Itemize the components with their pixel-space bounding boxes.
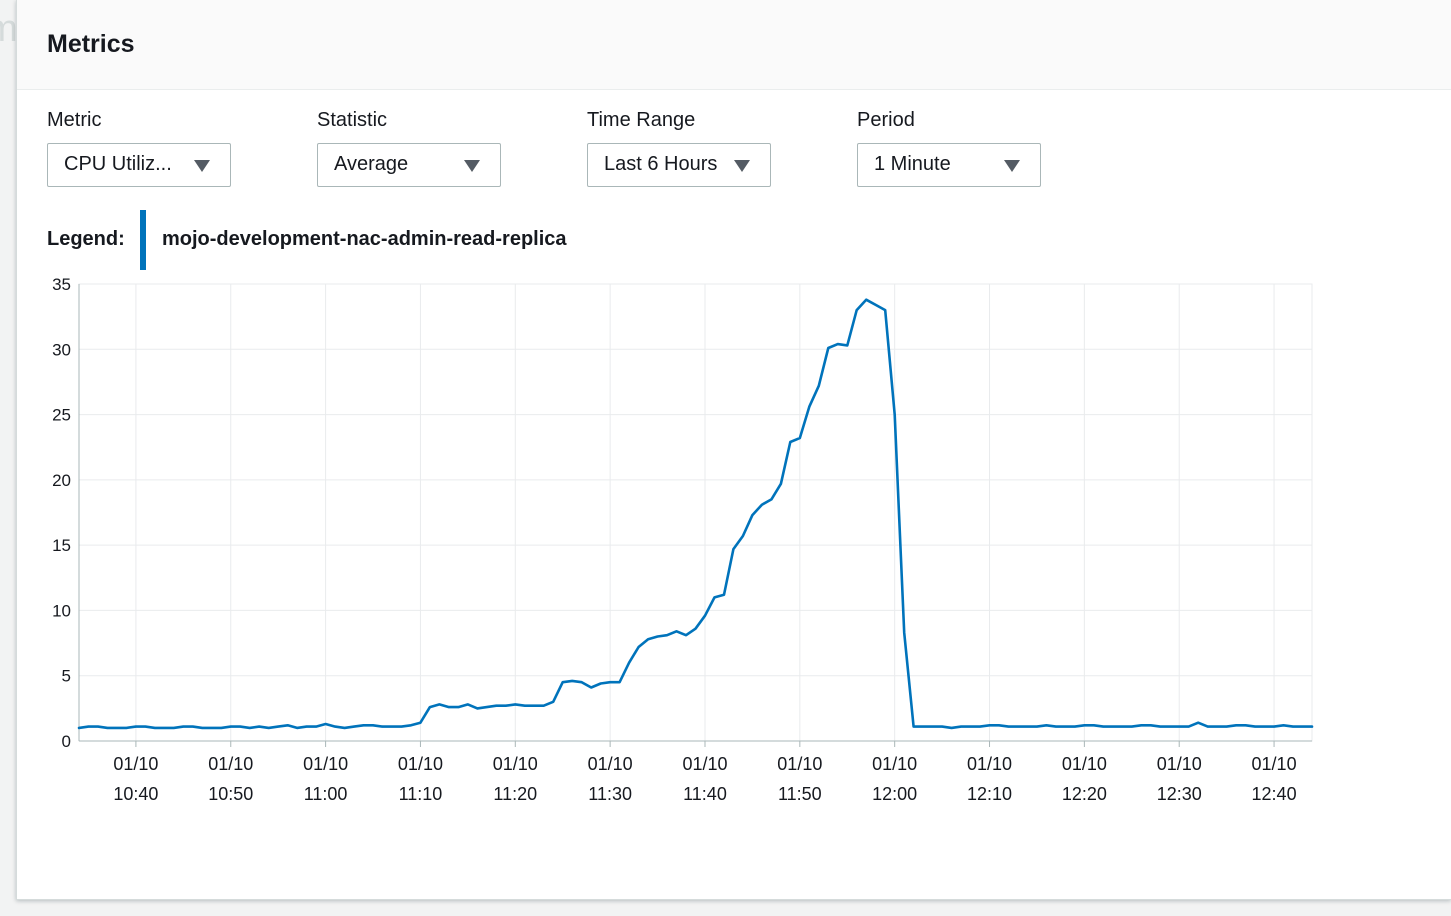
plot-area: [78, 283, 1313, 742]
y-tick-label: 35: [52, 275, 71, 294]
x-tick-time: 12:20: [1062, 784, 1107, 804]
x-tick-time: 11:10: [399, 784, 443, 804]
cpu-utilization-chart: 0 5 10 15 20 25 30 35 01/10 10:40 01/10 10:50 01/10 1…: [52, 275, 1314, 804]
x-tick-time: 10:40: [113, 784, 158, 804]
y-tick-label: 10: [52, 601, 71, 620]
metrics-panel: Metrics Metric CPU Utiliz... Statistic A…: [16, 0, 1451, 900]
x-tick-time: 11:50: [778, 784, 822, 804]
y-tick-label: 5: [62, 667, 71, 686]
x-tick-date: 01/10: [872, 754, 917, 774]
x-tick-date: 01/10: [493, 754, 538, 774]
x-tick-time: 12:00: [872, 784, 917, 804]
y-tick-label: 0: [62, 732, 71, 751]
x-tick-time: 11:40: [683, 784, 727, 804]
background-text: m: [0, 8, 18, 50]
x-tick-date: 01/10: [1062, 754, 1107, 774]
x-tick-date: 01/10: [303, 754, 348, 774]
x-tick-time: 12:40: [1252, 784, 1297, 804]
x-tick-time: 11:00: [304, 784, 348, 804]
y-tick-label: 20: [52, 471, 71, 490]
y-tick-label: 30: [52, 340, 71, 359]
x-tick-date: 01/10: [113, 754, 158, 774]
x-tick-date: 01/10: [682, 754, 727, 774]
x-tick-date: 01/10: [588, 754, 633, 774]
x-tick-time: 10:50: [208, 784, 253, 804]
x-tick-date: 01/10: [398, 754, 443, 774]
x-tick-time: 12:10: [967, 784, 1012, 804]
series-line: [77, 298, 1314, 730]
x-tick-date: 01/10: [1157, 754, 1202, 774]
x-tick-date: 01/10: [967, 754, 1012, 774]
x-tick-date: 01/10: [777, 754, 822, 774]
x-tick-time: 12:30: [1157, 784, 1202, 804]
y-tick-label: 15: [52, 536, 71, 555]
x-tick-time: 11:20: [493, 784, 537, 804]
x-tick-date: 01/10: [208, 754, 253, 774]
y-tick-label: 25: [52, 406, 71, 425]
x-tick-date: 01/10: [1252, 754, 1297, 774]
x-tick-time: 11:30: [588, 784, 632, 804]
